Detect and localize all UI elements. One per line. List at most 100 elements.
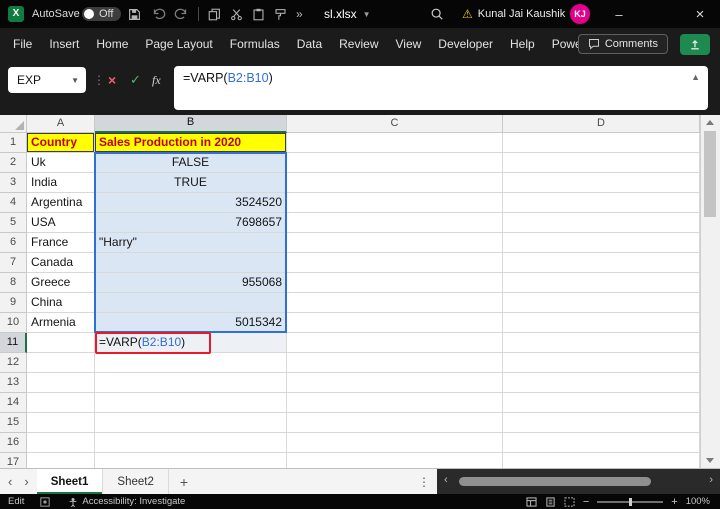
column-header-a[interactable]: A xyxy=(27,115,95,133)
cell-d16[interactable] xyxy=(503,433,700,453)
cell-b9[interactable] xyxy=(95,293,287,313)
page-break-view-icon[interactable] xyxy=(564,496,575,507)
formula-input[interactable]: =VARP(B2:B10) ▲ xyxy=(174,66,708,110)
normal-view-icon[interactable] xyxy=(526,496,537,507)
cell-a4[interactable]: Argentina xyxy=(27,193,95,213)
row-header-11[interactable]: 11 xyxy=(0,333,27,353)
cell-c3[interactable] xyxy=(287,173,503,193)
cell-c16[interactable] xyxy=(287,433,503,453)
cell-a12[interactable] xyxy=(27,353,95,373)
scroll-right-arrow-icon[interactable]: › xyxy=(709,474,713,486)
tab-file[interactable]: File xyxy=(13,37,32,51)
cell-c1[interactable] xyxy=(287,133,503,153)
zoom-out-button[interactable]: − xyxy=(583,496,589,508)
cell-d5[interactable] xyxy=(503,213,700,233)
row-header-9[interactable]: 9 xyxy=(0,293,27,313)
cell-d1[interactable] xyxy=(503,133,700,153)
cell-d6[interactable] xyxy=(503,233,700,253)
cell-b15[interactable] xyxy=(95,413,287,433)
cell-d9[interactable] xyxy=(503,293,700,313)
cell-a8[interactable]: Greece xyxy=(27,273,95,293)
add-sheet-button[interactable]: + xyxy=(169,469,199,494)
cell-b2[interactable]: FALSE xyxy=(95,153,287,173)
cell-c10[interactable] xyxy=(287,313,503,333)
horizontal-scrollbar[interactable]: ‹ › xyxy=(437,469,720,494)
tab-insert[interactable]: Insert xyxy=(49,37,79,51)
previous-sheet-icon[interactable]: ‹ xyxy=(8,474,12,489)
cell-b4[interactable]: 3524520 xyxy=(95,193,287,213)
cell-c8[interactable] xyxy=(287,273,503,293)
row-header-6[interactable]: 6 xyxy=(0,233,27,253)
tab-bar-options-icon[interactable]: ⋮ xyxy=(411,469,437,494)
cell-b8[interactable]: 955068 xyxy=(95,273,287,293)
cell-b13[interactable] xyxy=(95,373,287,393)
redo-icon[interactable] xyxy=(174,0,188,28)
cell-a9[interactable]: China xyxy=(27,293,95,313)
cell-c14[interactable] xyxy=(287,393,503,413)
zoom-slider[interactable] xyxy=(597,497,664,506)
row-header-16[interactable]: 16 xyxy=(0,433,27,453)
search-icon[interactable] xyxy=(430,0,444,28)
cell-c7[interactable] xyxy=(287,253,503,273)
row-header-8[interactable]: 8 xyxy=(0,273,27,293)
cell-d13[interactable] xyxy=(503,373,700,393)
paste-icon[interactable] xyxy=(252,0,265,28)
tab-sheet2[interactable]: Sheet2 xyxy=(103,469,169,494)
more-commands-icon[interactable]: » xyxy=(296,0,303,28)
cell-a7[interactable]: Canada xyxy=(27,253,95,273)
vertical-scrollbar[interactable] xyxy=(700,115,720,468)
cancel-entry-button[interactable]: × xyxy=(108,60,116,100)
cell-c5[interactable] xyxy=(287,213,503,233)
cell-d12[interactable] xyxy=(503,353,700,373)
cell-b7[interactable] xyxy=(95,253,287,273)
cell-a16[interactable] xyxy=(27,433,95,453)
cell-d17[interactable] xyxy=(503,453,700,468)
cell-c15[interactable] xyxy=(287,413,503,433)
cell-a14[interactable] xyxy=(27,393,95,413)
cell-c17[interactable] xyxy=(287,453,503,468)
document-title[interactable]: sl.xlsx ▼ xyxy=(324,0,371,28)
cell-c9[interactable] xyxy=(287,293,503,313)
account-info[interactable]: ⚠ Kunal Jai Kaushik xyxy=(462,0,565,28)
minimize-button[interactable]: – xyxy=(602,0,636,28)
horizontal-scrollbar-thumb[interactable] xyxy=(459,477,651,486)
cell-c12[interactable] xyxy=(287,353,503,373)
accessibility-status[interactable]: Accessibility: Investigate xyxy=(68,496,185,507)
cell-b5[interactable]: 7698657 xyxy=(95,213,287,233)
save-icon[interactable] xyxy=(128,0,141,28)
formula-bar-drag-handle[interactable]: ⋮ xyxy=(93,60,105,100)
tab-review[interactable]: Review xyxy=(339,37,378,51)
cell-a10[interactable]: Armenia xyxy=(27,313,95,333)
cell-b17[interactable] xyxy=(95,453,287,468)
macro-record-icon[interactable] xyxy=(40,496,51,507)
row-header-5[interactable]: 5 xyxy=(0,213,27,233)
cell-a2[interactable]: Uk xyxy=(27,153,95,173)
row-header-12[interactable]: 12 xyxy=(0,353,27,373)
cell-c13[interactable] xyxy=(287,373,503,393)
row-header-3[interactable]: 3 xyxy=(0,173,27,193)
undo-icon[interactable] xyxy=(152,0,166,28)
cell-d14[interactable] xyxy=(503,393,700,413)
close-button[interactable]: × xyxy=(682,0,718,28)
enter-entry-button[interactable]: ✓ xyxy=(130,60,141,100)
cell-b6[interactable]: "Harry" xyxy=(95,233,287,253)
scroll-left-arrow-icon[interactable]: ‹ xyxy=(444,474,448,486)
insert-function-button[interactable]: fx xyxy=(152,60,161,100)
cell-a15[interactable] xyxy=(27,413,95,433)
scroll-down-arrow-icon[interactable] xyxy=(706,458,714,463)
next-sheet-icon[interactable]: › xyxy=(24,474,28,489)
cell-b16[interactable] xyxy=(95,433,287,453)
cell-d15[interactable] xyxy=(503,413,700,433)
cell-d11[interactable] xyxy=(503,333,700,353)
row-header-15[interactable]: 15 xyxy=(0,413,27,433)
row-header-1[interactable]: 1 xyxy=(0,133,27,153)
cell-b14[interactable] xyxy=(95,393,287,413)
column-header-b[interactable]: B xyxy=(95,115,287,133)
cell-a17[interactable] xyxy=(27,453,95,468)
cell-d3[interactable] xyxy=(503,173,700,193)
row-header-17[interactable]: 17 xyxy=(0,453,27,468)
row-header-7[interactable]: 7 xyxy=(0,253,27,273)
cell-b12[interactable] xyxy=(95,353,287,373)
row-header-13[interactable]: 13 xyxy=(0,373,27,393)
column-header-c[interactable]: C xyxy=(287,115,503,133)
